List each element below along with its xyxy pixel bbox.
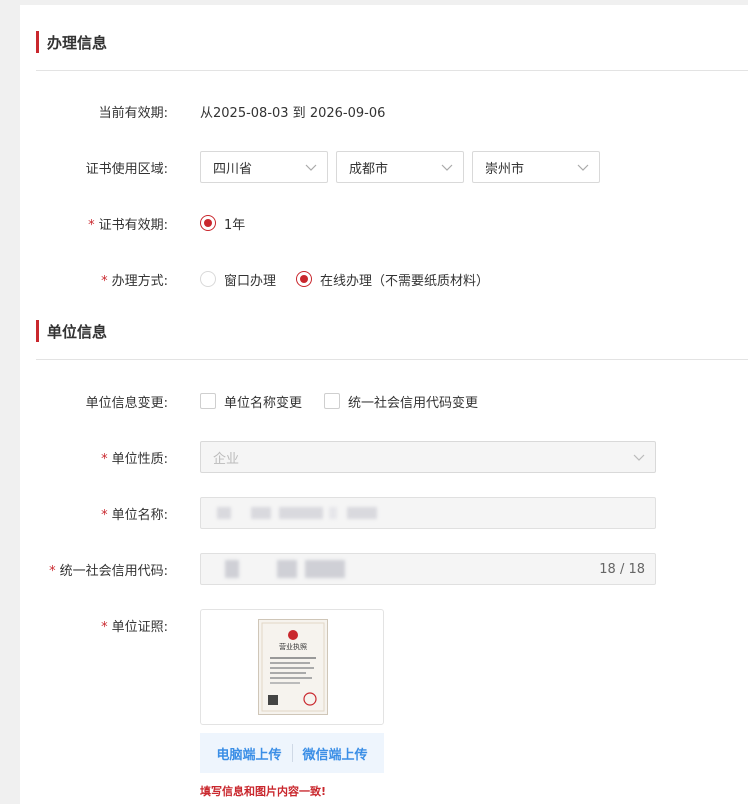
redacted-text [277, 560, 297, 578]
radio-online-label: 在线办理（不需要纸质材料） [320, 274, 490, 289]
valid-period-value: 从2025-08-03 到 2026-09-06 [200, 106, 386, 121]
redacted-text [347, 507, 377, 519]
district-value: 崇州市 [485, 161, 525, 177]
section-title: 单位信息 [47, 322, 108, 341]
unit-name-label: * 单位名称: [101, 508, 168, 523]
section-accent-bar [36, 320, 39, 342]
license-thumbnail: 营业执照 [258, 619, 328, 715]
checkbox-name-change[interactable] [200, 393, 216, 409]
validity-option-label: 1年 [224, 218, 246, 233]
license-thumbnail-title: 营业执照 [279, 642, 307, 651]
credit-code-input[interactable]: 18 / 18 [200, 553, 656, 585]
district-select[interactable]: 崇州市 [472, 151, 600, 183]
cert-validity-label: * 证书有效期: [88, 218, 168, 233]
city-value: 成都市 [349, 161, 389, 177]
section-header-unit: 单位信息 [36, 320, 107, 342]
unit-nature-select[interactable]: 企业 [200, 441, 656, 473]
section-header-handling: 办理信息 [36, 31, 107, 53]
chevron-down-icon [633, 454, 645, 461]
unit-change-label: 单位信息变更: [85, 396, 168, 411]
separator [291, 744, 293, 762]
pc-upload-button[interactable]: 电脑端上传 [216, 744, 281, 763]
form-panel: 办理信息 当前有效期: 从2025-08-03 到 2026-09-06 证书使… [20, 5, 748, 804]
unit-license-label: * 单位证照: [101, 620, 168, 635]
radio-window-label: 窗口办理 [224, 274, 277, 289]
upload-warning: 填写信息和图片内容一致! [200, 785, 327, 798]
province-select[interactable]: 四川省 [200, 151, 328, 183]
divider [36, 70, 748, 71]
city-select[interactable]: 成都市 [336, 151, 464, 183]
chevron-down-icon [577, 164, 589, 171]
checkbox-code-change[interactable] [324, 393, 340, 409]
validity-radio-1year[interactable] [200, 215, 216, 231]
checkbox-code-change-label: 统一社会信用代码变更 [348, 396, 479, 411]
redacted-text [329, 507, 337, 519]
unit-nature-value: 企业 [213, 451, 240, 467]
redacted-text [305, 560, 345, 578]
redacted-text [279, 507, 323, 519]
upload-actions: 电脑端上传 微信端上传 [200, 733, 384, 773]
valid-period-label: 当前有效期: [98, 106, 168, 121]
radio-window[interactable] [200, 271, 216, 287]
region-label: 证书使用区域: [85, 162, 168, 177]
unit-nature-label: * 单位性质: [101, 452, 168, 467]
credit-code-label: * 统一社会信用代码: [49, 564, 168, 579]
redacted-text [251, 507, 271, 519]
province-value: 四川省 [213, 161, 253, 177]
section-accent-bar [36, 31, 39, 53]
unit-name-input[interactable] [200, 497, 656, 529]
chevron-down-icon [441, 164, 453, 171]
license-preview[interactable]: 营业执照 [200, 609, 384, 725]
section-title: 办理信息 [47, 33, 108, 52]
chevron-down-icon [305, 164, 317, 171]
wechat-upload-button[interactable]: 微信端上传 [303, 744, 368, 763]
checkbox-name-change-label: 单位名称变更 [224, 396, 303, 411]
divider [36, 359, 748, 360]
radio-online[interactable] [296, 271, 312, 287]
redacted-text [225, 560, 239, 578]
redacted-text [217, 507, 231, 519]
handling-method-label: * 办理方式: [101, 274, 168, 289]
char-counter: 18 / 18 [599, 562, 645, 577]
